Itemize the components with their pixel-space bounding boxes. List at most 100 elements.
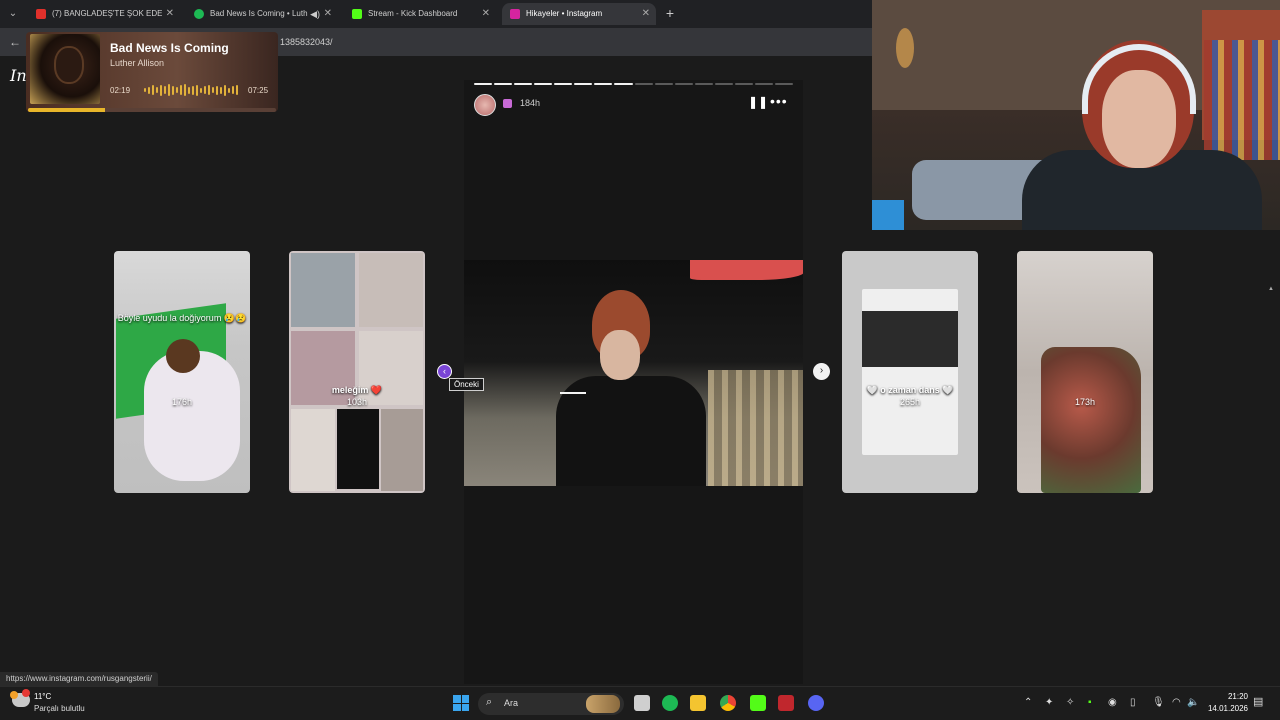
tab-kick[interactable]: Stream - Kick Dashboard ✕ — [344, 3, 496, 25]
progress-segment — [734, 83, 753, 85]
waveform-bar — [192, 85, 194, 95]
scrollbar[interactable]: ▲ ▼ — [1268, 286, 1276, 716]
progress-segment — [694, 83, 713, 85]
windows-start-icon[interactable] — [453, 695, 469, 711]
waveform-bar — [156, 87, 158, 93]
pause-icon[interactable]: ❚❚ — [748, 95, 768, 109]
chrome-icon[interactable] — [720, 695, 736, 711]
story-image-part — [708, 370, 803, 486]
waveform-bar — [224, 84, 226, 96]
story-preview[interactable]: meleğim ❤️ 103h — [289, 251, 425, 493]
track-current-time: 02:19 — [110, 86, 131, 95]
progress-segment — [554, 83, 573, 85]
track-progress-fill — [28, 108, 105, 112]
album-art-figure — [56, 48, 82, 82]
app-icon[interactable] — [778, 695, 794, 711]
battery-icon[interactable]: ▯ — [1130, 697, 1136, 708]
track-total-time: 07:25 — [248, 86, 269, 95]
discord-tray-icon[interactable]: ◉ — [1108, 697, 1117, 708]
search-box[interactable]: ⌕ Ara — [478, 693, 624, 715]
story-photo — [464, 260, 803, 486]
story-image-part — [1041, 347, 1141, 493]
waveform-bar — [188, 86, 190, 94]
close-friends-icon — [503, 99, 512, 108]
clock-date[interactable]: 14.01.2026 — [1204, 704, 1248, 713]
search-placeholder: Ara — [504, 698, 519, 708]
progress-segment — [574, 83, 593, 85]
address-bar[interactable]: 1385832043/ — [280, 32, 866, 52]
story-time: 265h — [899, 397, 921, 407]
microphone-icon[interactable]: 🎙 — [1152, 697, 1165, 708]
previous-story-button[interactable]: ‹ — [437, 364, 452, 379]
link-status-url: https://www.instagram.com/rusgangsterii/ — [0, 672, 158, 686]
next-story-button[interactable]: › — [813, 363, 830, 380]
task-view-icon[interactable] — [634, 695, 650, 711]
progress-segment — [494, 83, 513, 85]
story-image-part — [291, 253, 355, 327]
close-icon[interactable]: ✕ — [482, 3, 490, 25]
tray-app-icon[interactable]: ✧ — [1066, 697, 1074, 708]
story-image-part — [291, 409, 335, 491]
new-tab-button[interactable]: + — [662, 4, 678, 22]
kick-icon[interactable] — [750, 695, 766, 711]
waveform-bar — [228, 87, 230, 93]
weather-temperature[interactable]: 11°C — [34, 692, 51, 701]
weather-condition[interactable]: Parçalı bulutlu — [34, 704, 85, 713]
story-image-part — [337, 409, 379, 489]
instagram-logo[interactable]: In — [10, 66, 27, 85]
notification-icon[interactable]: ▤ — [1253, 695, 1263, 708]
waveform — [144, 84, 240, 96]
clock-time[interactable]: 21:20 — [1204, 692, 1248, 701]
tab-youtube[interactable]: (7) BANGLADEŞ'TE ŞOK EDEN ✕ — [28, 3, 180, 25]
story-preview[interactable]: 🤍 o zaman dans 🤍 265h — [842, 251, 978, 493]
chevron-up-icon[interactable]: ⌃ — [1024, 697, 1032, 708]
nvidia-icon[interactable]: ▪ — [1088, 697, 1092, 708]
waveform-bar — [200, 87, 202, 93]
file-explorer-icon[interactable] — [690, 695, 706, 711]
speaker-icon[interactable]: 🔈 — [1187, 697, 1199, 708]
spotify-icon[interactable] — [662, 695, 678, 711]
story-image-part — [600, 330, 640, 380]
waveform-bar — [168, 84, 170, 96]
tray-app-icon[interactable]: ✦ — [1045, 697, 1053, 708]
weather-icon[interactable] — [10, 689, 30, 707]
waveform-bar — [220, 86, 222, 94]
close-icon[interactable]: ✕ — [166, 3, 174, 25]
scroll-up-icon[interactable]: ▲ — [1268, 286, 1274, 292]
tab-instagram[interactable]: Hikayeler • Instagram ✕ — [502, 3, 656, 25]
screen: ⌄ (7) BANGLADEŞ'TE ŞOK EDEN ✕ Bad News Is… — [0, 0, 1280, 720]
discord-icon[interactable] — [808, 695, 824, 711]
wifi-icon[interactable]: ◠ — [1172, 697, 1181, 708]
story-caption: meleğim ❤️ — [331, 385, 383, 395]
close-icon[interactable]: ✕ — [324, 3, 332, 25]
story-progress-bar — [474, 83, 793, 85]
progress-segment — [614, 83, 633, 85]
story-preview[interactable]: 173h — [1017, 251, 1153, 493]
progress-segment — [774, 83, 793, 85]
waveform-bar — [232, 86, 234, 94]
webcam-image-part — [896, 28, 914, 68]
active-story[interactable]: 184h ❚❚ ••• — [464, 80, 803, 684]
tab-label: Stream - Kick Dashboard — [368, 9, 458, 18]
speaker-icon[interactable]: ◀) — [310, 3, 320, 25]
waveform-bar — [212, 87, 214, 93]
kick-icon — [352, 9, 362, 19]
story-preview[interactable]: Böyle uyudu la doğiyorum 😢😢 176h — [114, 251, 250, 493]
progress-segment — [594, 83, 613, 85]
progress-segment — [514, 83, 533, 85]
story-image-part — [690, 260, 803, 280]
waveform-bar — [172, 85, 174, 95]
tab-spotify[interactable]: Bad News Is Coming • Luth ◀) ✕ — [186, 3, 338, 25]
progress-segment — [654, 83, 673, 85]
story-time: 173h — [1074, 397, 1096, 407]
story-image-part — [862, 311, 958, 367]
tab-search-menu[interactable]: ⌄ — [4, 5, 22, 23]
close-icon[interactable]: ✕ — [642, 3, 650, 25]
progress-segment — [674, 83, 693, 85]
weather-icon-part — [10, 691, 18, 699]
waveform-bar — [236, 85, 238, 95]
more-options-icon[interactable]: ••• — [770, 93, 788, 109]
track-title: Bad News Is Coming — [110, 41, 229, 55]
avatar[interactable] — [474, 94, 496, 116]
back-arrow-icon[interactable]: ← — [6, 33, 24, 51]
